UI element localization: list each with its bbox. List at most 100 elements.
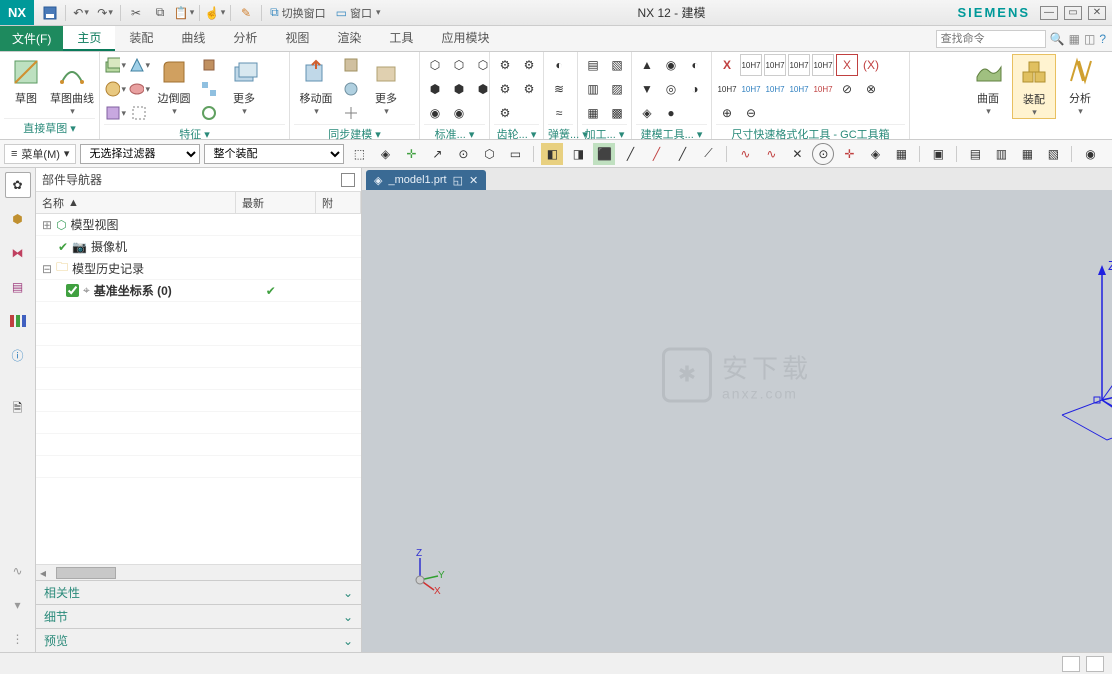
tab-curve[interactable]: 曲线	[167, 26, 219, 51]
window-menu-icon[interactable]: ▭窗口▾	[332, 2, 385, 24]
status-2-icon[interactable]	[1086, 656, 1104, 672]
mt-1-icon[interactable]: ▲	[636, 54, 658, 76]
edge-blend-button[interactable]: 边倒圆▾	[152, 54, 196, 117]
sb-23-icon[interactable]: ▤	[964, 143, 986, 165]
dim-box-x[interactable]: X	[836, 54, 858, 76]
copy-icon[interactable]: ⧉	[149, 2, 171, 24]
sync-2-icon[interactable]	[340, 78, 362, 100]
internet-icon[interactable]: ⓘ	[5, 342, 31, 368]
tab-home[interactable]: 主页	[63, 26, 115, 51]
dim-t3[interactable]: 10H7	[788, 54, 810, 76]
file-menu[interactable]: 文件(F)	[0, 26, 63, 51]
sb-19-icon[interactable]: ✛	[838, 143, 860, 165]
move-face-button[interactable]: 移动面▾	[294, 54, 338, 117]
dim-paren-x[interactable]: (X)	[860, 54, 882, 76]
hd3d-icon[interactable]	[5, 308, 31, 334]
toggle-icon[interactable]: ▾	[5, 592, 31, 618]
mach-2-icon[interactable]: ▥	[582, 78, 604, 100]
sync-3-icon[interactable]	[340, 102, 362, 124]
tab-assembly[interactable]: 装配	[115, 26, 167, 51]
sb-20-icon[interactable]: ◈	[864, 143, 886, 165]
sb-4-icon[interactable]: ↗	[426, 143, 448, 165]
spring-1-icon[interactable]: ◐	[548, 54, 570, 76]
dim-t4[interactable]: 10H7	[812, 54, 834, 76]
sb-26-icon[interactable]: ▧	[1042, 143, 1064, 165]
feat-9-icon[interactable]	[198, 102, 220, 124]
pin-icon[interactable]	[341, 173, 355, 187]
sb-13-icon[interactable]: ╱	[671, 143, 693, 165]
menu-button[interactable]: ≡ 菜单(M) ▾	[4, 144, 76, 164]
assembly-dropdown[interactable]: 整个装配	[204, 144, 344, 164]
gear-5-icon[interactable]: ⚙	[518, 78, 540, 100]
mt-6-icon[interactable]: ●	[660, 102, 682, 124]
dim-i1-icon[interactable]: ⊘	[836, 78, 858, 100]
feat-8-icon[interactable]	[198, 78, 220, 100]
panel-detail[interactable]: 细节⌄	[36, 604, 361, 628]
col-name[interactable]: 名称 ▲	[36, 192, 236, 213]
dim-t1[interactable]: 10H7	[740, 54, 762, 76]
assembly-navigator-icon[interactable]: ⬢	[5, 206, 31, 232]
search-icon[interactable]: 🔍	[1050, 32, 1065, 46]
dim-i2-icon[interactable]: ⊗	[860, 78, 882, 100]
filter-dropdown[interactable]: 无选择过滤器	[80, 144, 200, 164]
sketch-curve-button[interactable]: 草图曲线▾	[50, 54, 94, 117]
cut-icon[interactable]: ✂	[125, 2, 147, 24]
analyze-button[interactable]: 分析▾	[1058, 54, 1102, 117]
redo-icon[interactable]: ↷▾	[94, 2, 116, 24]
dim-i3-icon[interactable]: ⊕	[716, 102, 738, 124]
gear-4-icon[interactable]: ⚙	[518, 54, 540, 76]
sb-9-icon[interactable]: ◨	[567, 143, 589, 165]
sb-17-icon[interactable]: ✕	[786, 143, 808, 165]
tree-history[interactable]: ⊟ 🗀 模型历史记录	[36, 258, 361, 280]
std-4-icon[interactable]: ⬡	[448, 54, 470, 76]
dim-t5[interactable]: 10H7	[716, 78, 738, 100]
sync-more-button[interactable]: 更多▾	[364, 54, 408, 117]
std-6-icon[interactable]: ◉	[448, 102, 470, 124]
sb-6-icon[interactable]: ⬡	[478, 143, 500, 165]
tab-app[interactable]: 应用模块	[427, 26, 503, 51]
std-2-icon[interactable]: ⬢	[424, 78, 446, 100]
undo-icon[interactable]: ↶▾	[70, 2, 92, 24]
mt-4-icon[interactable]: ◉	[660, 54, 682, 76]
dim-t2[interactable]: 10H7	[764, 54, 786, 76]
h-scrollbar[interactable]: ◂	[36, 564, 361, 580]
sb-22-icon[interactable]: ▣	[927, 143, 949, 165]
tab-tools[interactable]: 工具	[375, 26, 427, 51]
switch-window-icon[interactable]: ⧉切换窗口	[266, 2, 330, 24]
feat-5-icon[interactable]: ▾	[128, 78, 150, 100]
dim-t9[interactable]: 10H7	[812, 78, 834, 100]
more-icon[interactable]: ⋮	[5, 626, 31, 652]
sb-24-icon[interactable]: ▥	[990, 143, 1012, 165]
sb-21-icon[interactable]: ▦	[890, 143, 912, 165]
dim-i4-icon[interactable]: ⊖	[740, 102, 762, 124]
feat-3-icon[interactable]: ▾	[104, 102, 126, 124]
close-icon[interactable]: ✕	[1088, 6, 1106, 20]
tab-analyze[interactable]: 分析	[219, 26, 271, 51]
sb-27-icon[interactable]: ◉	[1079, 143, 1101, 165]
sb-2-icon[interactable]: ◈	[374, 143, 396, 165]
std-3-icon[interactable]: ◉	[424, 102, 446, 124]
mach-1-icon[interactable]: ▤	[582, 54, 604, 76]
mach-5-icon[interactable]: ▨	[606, 78, 628, 100]
sb-1-icon[interactable]: ⬚	[348, 143, 370, 165]
mt-2-icon[interactable]: ▼	[636, 78, 658, 100]
sync-1-icon[interactable]	[340, 54, 362, 76]
dim-t7[interactable]: 10H7	[764, 78, 786, 100]
eraser-icon[interactable]: ✎	[235, 2, 257, 24]
mach-4-icon[interactable]: ▧	[606, 54, 628, 76]
status-1-icon[interactable]	[1062, 656, 1080, 672]
touch-icon[interactable]: ☝▾	[204, 2, 226, 24]
sb-16-icon[interactable]: ∿	[760, 143, 782, 165]
mt-5-icon[interactable]: ◎	[660, 78, 682, 100]
sb-7-icon[interactable]: ▭	[504, 143, 526, 165]
feat-7-icon[interactable]	[198, 54, 220, 76]
sb-12-icon[interactable]: ╱	[645, 143, 667, 165]
mach-6-icon[interactable]: ▩	[606, 102, 628, 124]
tab-render[interactable]: 渲染	[323, 26, 375, 51]
dropdown-icon[interactable]: ◫	[1084, 32, 1095, 46]
assembly-button[interactable]: 装配▾	[1012, 54, 1056, 119]
col-attach[interactable]: 附	[316, 192, 361, 213]
tab-close-icon[interactable]: ✕	[469, 174, 478, 187]
mt-8-icon[interactable]: ◑	[684, 78, 706, 100]
system-icon[interactable]: ∿	[5, 558, 31, 584]
